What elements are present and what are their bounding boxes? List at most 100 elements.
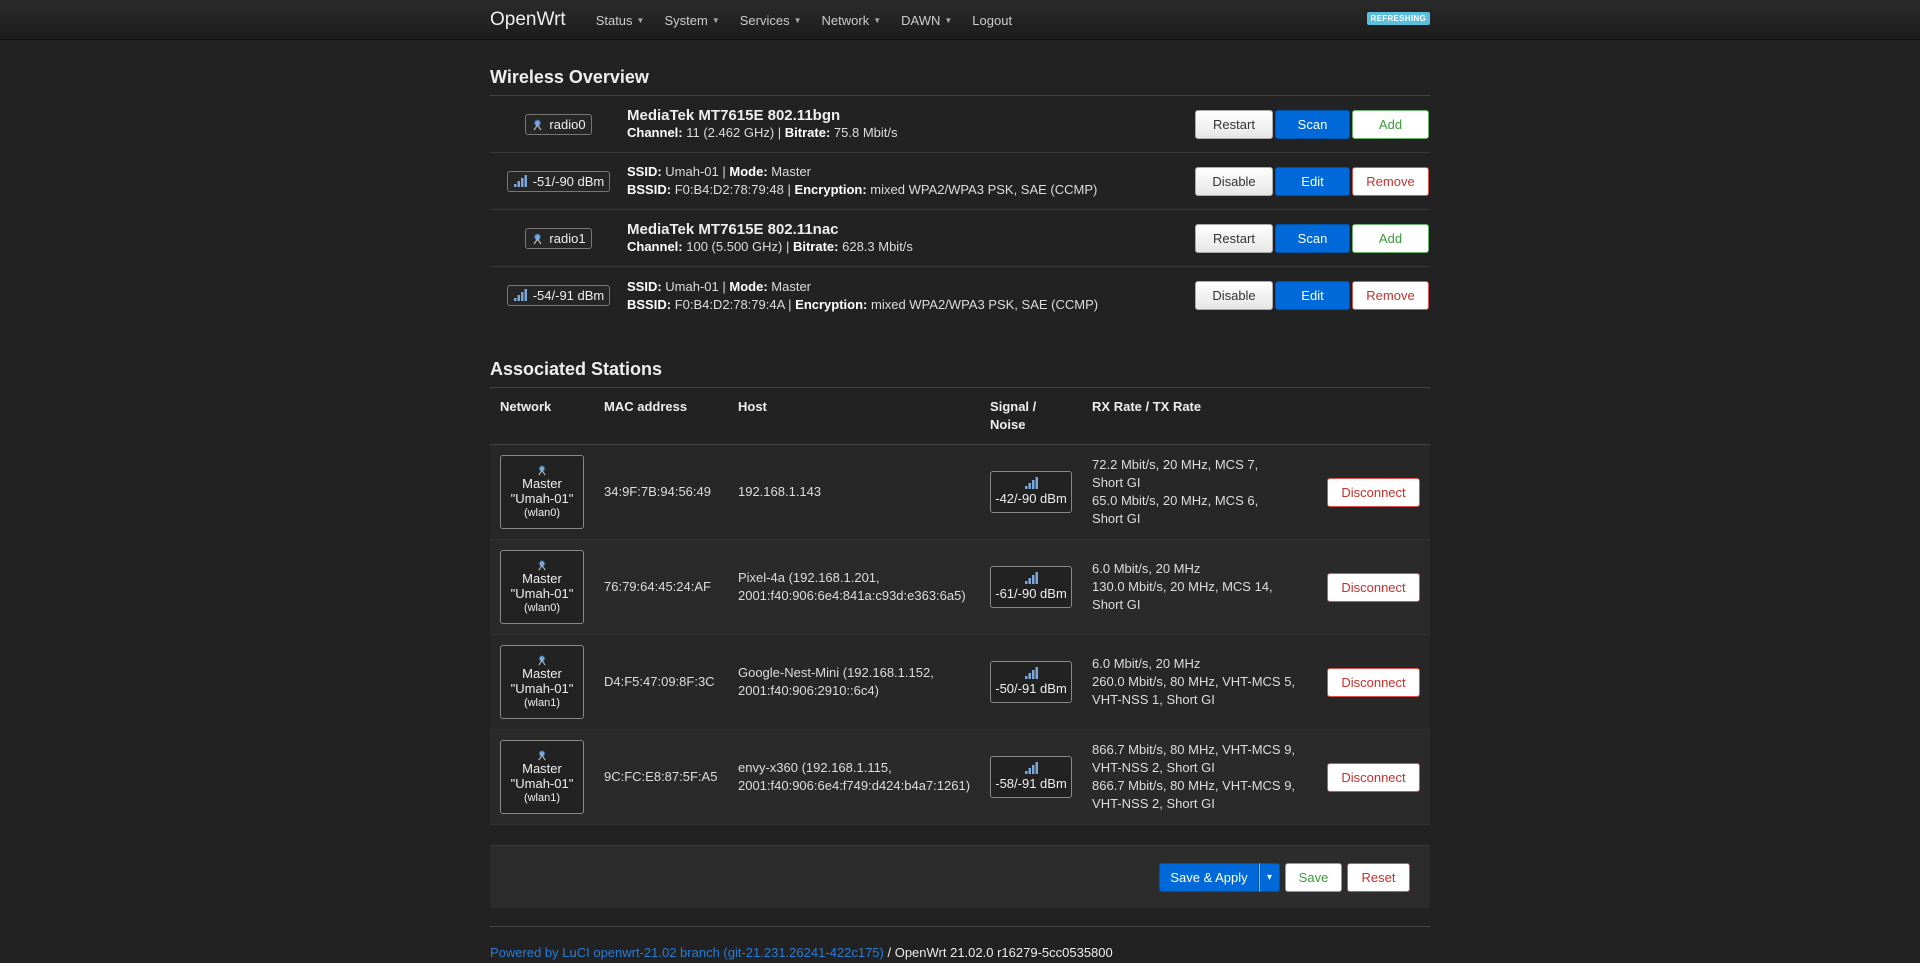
luci-link[interactable]: Powered by LuCI openwrt-21.02 branch (gi…	[490, 945, 884, 960]
disconnect-button[interactable]: Disconnect	[1327, 477, 1420, 507]
menu-label: Logout	[972, 12, 1013, 28]
main-content: Wireless Overview radio0 MediaTek MT7615…	[490, 40, 1430, 960]
wireless-iface-row: -54/-91 dBm SSID: Umah-01 | Mode: Master…	[490, 267, 1430, 324]
save-button[interactable]: Save	[1285, 862, 1342, 892]
caret-down-icon: ▼	[636, 15, 645, 25]
signal-value: -54/-91 dBm	[532, 288, 605, 303]
signal-chip: -54/-91 dBm	[506, 285, 611, 306]
col-rate: RX Rate / TX Rate	[1092, 399, 1202, 414]
radio-chip: radio1	[525, 227, 592, 249]
menu-label: System	[664, 12, 708, 28]
radio-info: Channel: 100 (5.500 GHz) | Bitrate: 628.…	[627, 238, 913, 254]
radio-device-row: radio0 MediaTek MT7615E 802.11bgn Channe…	[490, 96, 1430, 153]
menu-label: Network	[821, 12, 870, 28]
antenna-icon	[533, 119, 542, 130]
rate-cell: 6.0 Mbit/s, 20 MHz 260.0 Mbit/s, 80 MHz, …	[1092, 656, 1296, 707]
signal-icon	[513, 174, 527, 187]
disconnect-button[interactable]: Disconnect	[1327, 762, 1420, 792]
col-host: Host	[737, 399, 767, 414]
menu-system[interactable]: System ▼	[664, 13, 719, 28]
col-mac: MAC address	[604, 399, 688, 414]
network-badge: Master "Umah-01" (wlan1)	[500, 740, 584, 814]
rate-cell: 72.2 Mbit/s, 20 MHz, MCS 7, Short GI 65.0 …	[1092, 457, 1259, 526]
radio-info: Channel: 11 (2.462 GHz) | Bitrate: 75.8 …	[627, 124, 898, 140]
top-navbar: OpenWrt Status ▼ System ▼ Services ▼ Networ…	[0, 0, 1920, 40]
action-bar: Save & Apply ▾ Save Reset	[490, 845, 1430, 908]
signal-icon	[1024, 476, 1038, 489]
mac-cell: 34:9F:7B:94:56:49	[604, 484, 711, 499]
add-button[interactable]: Add	[1352, 223, 1429, 253]
associated-stations-title: Associated Stations	[490, 359, 663, 379]
disconnect-button[interactable]: Disconnect	[1327, 667, 1420, 697]
footer: Powered by LuCI openwrt-21.02 branch (gi…	[490, 926, 1430, 960]
menu-label: Status	[595, 12, 633, 28]
mac-cell: D4:F5:47:09:8F:3C	[604, 674, 715, 689]
antenna-icon	[533, 233, 542, 244]
col-actions	[1317, 388, 1430, 445]
antenna-icon	[538, 749, 546, 760]
remove-button[interactable]: Remove	[1352, 281, 1429, 310]
host-cell: 192.168.1.143	[737, 484, 822, 499]
wireless-iface-row: -51/-90 dBm SSID: Umah-01 | Mode: Master…	[490, 153, 1430, 210]
antenna-icon	[538, 559, 546, 570]
signal-icon	[1024, 761, 1038, 774]
signal-icon	[1024, 571, 1038, 584]
save-apply-button[interactable]: Save & Apply	[1159, 862, 1259, 892]
host-cell: Pixel-4a (192.168.1.201, 2001:f40:906:6e4…	[737, 570, 966, 603]
rate-cell: 6.0 Mbit/s, 20 MHz 130.0 Mbit/s, 20 MHz, …	[1092, 561, 1273, 612]
network-badge: Master "Umah-01" (wlan0)	[500, 455, 584, 529]
menu-label: DAWN	[901, 12, 941, 28]
edit-button[interactable]: Edit	[1275, 166, 1350, 196]
reset-button[interactable]: Reset	[1347, 862, 1410, 892]
disconnect-button[interactable]: Disconnect	[1327, 572, 1420, 602]
host-cell: envy-x360 (192.168.1.115, 2001:f40:906:6e…	[737, 760, 971, 793]
col-network: Network	[500, 399, 552, 414]
disable-button[interactable]: Disable	[1195, 281, 1273, 310]
signal-value: -51/-90 dBm	[532, 173, 605, 189]
ssid-line: SSID: Umah-01 | Mode: Master	[627, 278, 812, 294]
save-apply-split-button: Save & Apply ▾	[1159, 862, 1280, 892]
menu-dawn[interactable]: DAWN ▼	[901, 13, 952, 28]
col-signal: Signal / Noise	[990, 399, 1037, 432]
mac-cell: 9C:FC:E8:87:5F:A5	[604, 769, 718, 784]
radio-chip: radio0	[525, 113, 592, 135]
stations-table: Network MAC address Host Signal / Noise R…	[490, 388, 1430, 825]
signal-chip: -51/-90 dBm	[506, 170, 611, 192]
radio-title: MediaTek MT7615E 802.11nac	[627, 220, 839, 238]
caret-down-icon: ▼	[711, 15, 720, 25]
table-row: Master "Umah-01" (wlan0) 76:79:64:45:24:AF…	[490, 539, 1430, 635]
main-menu: Status ▼ System ▼ Services ▼ Network ▼ DAWN ▼…	[596, 13, 1032, 28]
menu-label: Services	[739, 12, 790, 28]
menu-logout[interactable]: Logout	[972, 13, 1012, 28]
mac-cell: 76:79:64:45:24:AF	[604, 579, 711, 594]
edit-button[interactable]: Edit	[1275, 281, 1350, 310]
radio-name: radio0	[549, 116, 586, 132]
rate-cell: 866.7 Mbit/s, 80 MHz, VHT-MCS 9, VHT-NSS …	[1092, 742, 1296, 811]
menu-network[interactable]: Network ▼	[822, 13, 882, 28]
dropdown-caret-icon[interactable]: ▾	[1259, 862, 1280, 892]
caret-down-icon: ▼	[873, 15, 882, 25]
signal-badge: -61/-90 dBm	[990, 566, 1073, 608]
host-cell: Google-Nest-Mini (192.168.1.152, 2001:f40…	[737, 665, 934, 698]
antenna-icon	[538, 654, 546, 665]
restart-button[interactable]: Restart	[1195, 223, 1273, 253]
brand-logo[interactable]: OpenWrt	[490, 9, 566, 31]
signal-badge: -42/-90 dBm	[990, 471, 1073, 513]
restart-button[interactable]: Restart	[1195, 109, 1273, 139]
disable-button[interactable]: Disable	[1195, 166, 1273, 196]
ssid-line: SSID: Umah-01 | Mode: Master	[627, 164, 812, 179]
network-badge: Master "Umah-01" (wlan0)	[500, 550, 584, 624]
add-button[interactable]: Add	[1352, 109, 1429, 139]
signal-badge: -50/-91 dBm	[990, 661, 1073, 703]
scan-button[interactable]: Scan	[1275, 223, 1350, 253]
remove-button[interactable]: Remove	[1352, 166, 1429, 196]
scan-button[interactable]: Scan	[1275, 109, 1350, 139]
network-badge: Master "Umah-01" (wlan1)	[500, 645, 584, 719]
signal-icon	[1024, 666, 1038, 679]
radio-name: radio1	[549, 230, 586, 246]
menu-status[interactable]: Status ▼	[596, 13, 645, 28]
wireless-overview-title: Wireless Overview	[490, 67, 649, 87]
refreshing-badge[interactable]: REFRESHING	[1366, 12, 1430, 25]
menu-services[interactable]: Services ▼	[740, 13, 802, 28]
bssid-line: BSSID: F0:B4:D2:78:79:4A | Encryption: m…	[627, 296, 1099, 312]
